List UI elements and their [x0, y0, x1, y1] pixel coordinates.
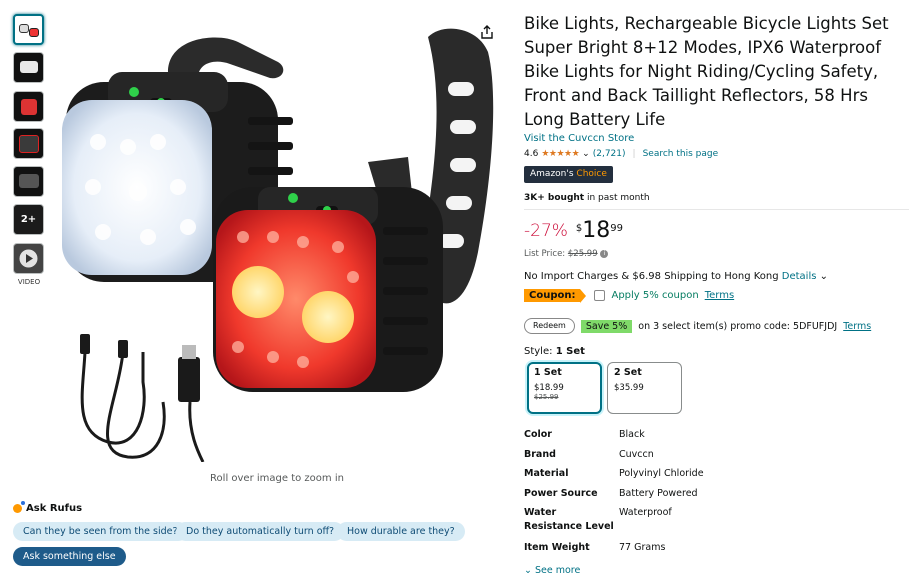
spec-value: Polyvinyl Chloride — [619, 468, 704, 479]
option-price: $35.99 — [614, 383, 644, 393]
badge-suffix: Choice — [576, 169, 607, 179]
see-more-link[interactable]: ⌄ See more — [524, 565, 580, 576]
spec-value: 77 Grams — [619, 542, 666, 553]
thumbnail-more[interactable]: 2+ — [13, 204, 44, 235]
amazons-choice-badge[interactable]: Amazon's Choice — [524, 166, 613, 183]
list-price-label: List Price: — [524, 249, 566, 259]
thumbnail-2[interactable] — [13, 52, 44, 83]
promo-terms-link[interactable]: Terms — [843, 321, 871, 332]
usb-cables — [80, 351, 166, 459]
spec-key: Brand — [524, 449, 556, 460]
more-images-count: 2+ — [20, 214, 37, 225]
discount-percent: -27% — [524, 221, 568, 241]
rufus-chip-auto-off[interactable]: Do they automatically turn off? — [176, 522, 345, 541]
coupon-row: Coupon: Apply 5% coupon Terms — [524, 289, 734, 303]
spec-key: Color — [524, 429, 552, 440]
price-fraction: 99 — [610, 223, 624, 234]
chevron-down-icon[interactable]: ⌄ — [820, 271, 828, 282]
style-option-1-set[interactable]: 1 Set $18.99 $25.99 — [527, 362, 602, 414]
spec-value: Battery Powered — [619, 488, 698, 499]
info-icon[interactable]: i — [600, 249, 609, 258]
product-image[interactable] — [48, 12, 508, 462]
price-whole: 18 — [582, 218, 611, 243]
share-icon[interactable] — [479, 24, 495, 40]
rufus-ask-button[interactable]: Ask something else — [13, 547, 126, 566]
promo-text: on 3 select item(s) promo code: 5DFUFJDJ — [638, 320, 838, 332]
promo-row: Redeem Save 5% on 3 select item(s) promo… — [524, 318, 871, 334]
chevron-down-icon: ⌄ — [524, 565, 532, 576]
play-icon — [19, 249, 38, 268]
thumbnail-3[interactable] — [13, 91, 44, 122]
rufus-icon — [13, 501, 25, 513]
thumb-image — [19, 174, 39, 188]
spec-key: Power Source — [524, 488, 598, 499]
coupon-tag: Coupon: — [524, 289, 588, 303]
list-price-value: $25.99 — [567, 249, 598, 259]
bought-count: 3K+ bought in past month — [524, 193, 650, 203]
rufus-chip-durability[interactable]: How durable are they? — [337, 522, 465, 541]
ratings-count-link[interactable]: (2,721) — [593, 149, 626, 159]
style-selected-value: 1 Set — [555, 346, 585, 357]
spec-key: Item Weight — [524, 542, 590, 553]
video-label: VIDEO — [17, 278, 41, 286]
coupon-terms-link[interactable]: Terms — [705, 290, 734, 301]
shipping-info: No Import Charges & $6.98 Shipping to Ho… — [524, 271, 828, 282]
option-name: 1 Set — [534, 367, 562, 378]
thumbnail-4[interactable] — [13, 128, 44, 159]
rufus-title: Ask Rufus — [26, 503, 83, 514]
style-option-2-set[interactable]: 2 Set $35.99 — [607, 362, 682, 414]
spec-value: Black — [619, 429, 645, 440]
thumb-front-light — [19, 24, 29, 33]
divider — [524, 209, 909, 210]
rufus-chip-side-visibility[interactable]: Can they be seen from the side? — [13, 522, 188, 541]
see-more-label: See more — [535, 565, 581, 576]
thumb-rear-light — [29, 28, 39, 37]
badge-prefix: Amazon's — [530, 169, 574, 179]
thumb-image — [20, 61, 38, 73]
bought-strong: 3K+ bought — [524, 193, 585, 203]
product-title: Bike Lights, Rechargeable Bicycle Lights… — [524, 14, 889, 129]
save-percent-tag: Save 5% — [580, 319, 633, 333]
apply-coupon-label[interactable]: Apply 5% coupon — [611, 290, 698, 301]
style-label: Style: 1 Set — [524, 346, 585, 357]
style-label-text: Style: — [524, 346, 553, 357]
bought-rest: in past month — [586, 193, 650, 203]
thumbnail-5[interactable] — [13, 166, 44, 197]
rufus-header: Ask Rufus — [13, 501, 83, 514]
coupon-checkbox[interactable] — [594, 290, 606, 301]
thumbnail-video[interactable] — [13, 243, 44, 274]
price-row: -27% $ 18 99 — [524, 218, 623, 244]
spec-value: Waterproof — [619, 507, 672, 518]
store-link[interactable]: Visit the Cuvccn Store — [524, 133, 634, 144]
list-price: List Price: $25.99 i — [524, 249, 609, 259]
star-rating-icon[interactable]: ★★★★★ — [541, 149, 579, 159]
shipping-details-link[interactable]: Details — [782, 271, 817, 282]
separator: | — [632, 149, 636, 159]
thumb-image — [19, 135, 39, 153]
shipping-text: No Import Charges & $6.98 Shipping to Ho… — [524, 271, 779, 282]
thumb-image — [21, 99, 37, 115]
chevron-down-icon[interactable]: ⌄ — [582, 149, 590, 159]
search-this-page-link[interactable]: Search this page — [643, 149, 719, 159]
spec-key: Water Resistance Level — [524, 507, 614, 532]
option-name: 2 Set — [614, 367, 642, 378]
spec-value: Cuvccn — [619, 449, 654, 460]
option-price: $18.99 — [534, 383, 564, 393]
option-old-price: $25.99 — [534, 393, 559, 401]
redeem-button[interactable]: Redeem — [524, 318, 575, 334]
rating-line: 4.6 ★★★★★ ⌄ (2,721) | Search this page — [524, 149, 718, 159]
zoom-hint: Roll over image to zoom in — [210, 473, 344, 484]
thumbnail-1[interactable] — [13, 14, 44, 45]
spec-key: Material — [524, 468, 569, 479]
rating-value: 4.6 — [524, 149, 539, 159]
